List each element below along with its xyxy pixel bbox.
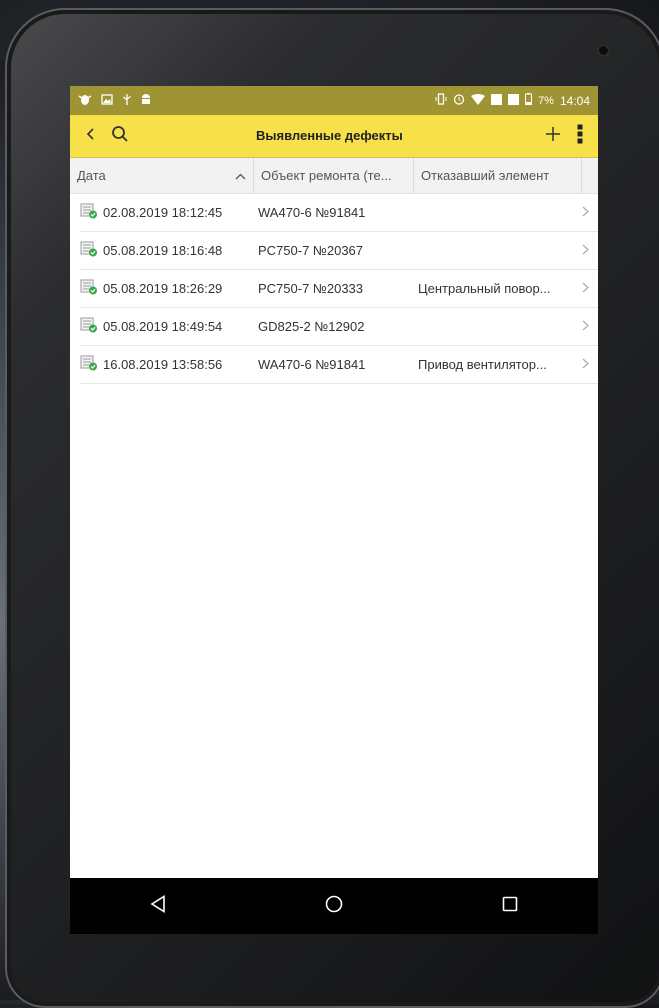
screen: 7% 14:04 Выявленные дефекты Дата Объект … [70, 86, 598, 918]
object-cell: PC750-7 №20333 [258, 281, 364, 296]
table-header: Дата Объект ремонта (те... Отказавший эл… [70, 158, 598, 194]
battery-icon [525, 93, 533, 108]
search-icon [111, 125, 129, 148]
signal-icon-2 [508, 93, 520, 108]
table-row[interactable]: 16.08.2019 13:58:56 WA470-6 №91841 Приво… [80, 346, 598, 384]
object-cell: WA470-6 №91841 [258, 205, 366, 220]
alarm-icon [453, 93, 465, 108]
date-text: 16.08.2019 13:58:56 [103, 357, 223, 372]
image-icon [101, 93, 113, 108]
front-camera [599, 46, 608, 55]
date-text: 05.08.2019 18:16:48 [103, 243, 223, 258]
column-header-object[interactable]: Объект ремонта (те... [254, 158, 414, 193]
triangle-back-icon [150, 894, 166, 918]
add-button[interactable] [538, 115, 568, 157]
column-header-label: Отказавший элемент [421, 168, 550, 183]
circle-home-icon [325, 895, 343, 918]
chevron-right-icon [582, 243, 596, 258]
table-row[interactable]: 05.08.2019 18:26:29 PC750-7 №20333 Центр… [80, 270, 598, 308]
date-cell: 05.08.2019 18:16:48 [80, 241, 254, 260]
app-bar: Выявленные дефекты [70, 115, 598, 158]
nav-back-button[interactable] [128, 886, 188, 926]
column-header-date[interactable]: Дата [70, 158, 254, 193]
clock: 14:04 [559, 93, 590, 108]
signal-icon [491, 93, 503, 108]
status-bar: 7% 14:04 [70, 86, 598, 115]
android-nav-bar [70, 878, 598, 934]
table-row[interactable]: 05.08.2019 18:49:54 GD825-2 №12902 [80, 308, 598, 346]
vibrate-icon [435, 93, 447, 108]
plus-icon [545, 126, 561, 147]
chevron-right-icon [582, 357, 596, 372]
date-cell: 02.08.2019 18:12:45 [80, 203, 254, 222]
column-header-element[interactable]: Отказавший элемент [414, 158, 582, 193]
date-cell: 05.08.2019 18:26:29 [80, 279, 254, 298]
table-row[interactable]: 02.08.2019 18:12:45 WA470-6 №91841 [80, 194, 598, 232]
date-text: 02.08.2019 18:12:45 [103, 205, 223, 220]
chevron-right-icon [582, 205, 596, 220]
column-header-label: Объект ремонта (те... [261, 168, 392, 183]
search-button[interactable] [106, 115, 134, 157]
date-cell: 05.08.2019 18:49:54 [80, 317, 254, 336]
posted-document-icon [80, 279, 98, 298]
back-icon [86, 127, 96, 146]
object-cell: PC750-7 №20367 [258, 243, 364, 258]
more-vert-icon [577, 124, 583, 149]
element-cell: Центральный повор... [418, 281, 551, 296]
back-button[interactable] [76, 115, 106, 157]
chevron-right-icon [582, 281, 596, 296]
posted-document-icon [80, 317, 98, 336]
nav-home-button[interactable] [304, 886, 364, 926]
element-cell: Привод вентилятор... [418, 357, 547, 372]
object-cell: GD825-2 №12902 [258, 319, 365, 334]
posted-document-icon [80, 203, 98, 222]
date-text: 05.08.2019 18:49:54 [103, 319, 223, 334]
page-title: Выявленные дефекты [256, 128, 403, 143]
date-cell: 16.08.2019 13:58:56 [80, 355, 254, 374]
posted-document-icon [80, 241, 98, 260]
table-body: 02.08.2019 18:12:45 WA470-6 №91841 05.08… [70, 194, 598, 384]
object-cell: WA470-6 №91841 [258, 357, 366, 372]
square-recents-icon [502, 896, 518, 917]
nav-recents-button[interactable] [480, 886, 540, 926]
column-header-label: Дата [77, 168, 106, 183]
usb-icon [122, 93, 132, 109]
chevron-right-icon [582, 319, 596, 334]
debug-icon [78, 93, 92, 108]
wifi-icon [471, 93, 486, 108]
posted-document-icon [80, 355, 98, 374]
date-text: 05.08.2019 18:26:29 [103, 281, 223, 296]
column-header-spacer [582, 158, 598, 193]
android-icon [141, 93, 151, 108]
table-row[interactable]: 05.08.2019 18:16:48 PC750-7 №20367 [80, 232, 598, 270]
battery-percent: 7% [538, 94, 554, 107]
sort-ascending-icon [235, 168, 246, 183]
more-button[interactable] [568, 115, 592, 157]
